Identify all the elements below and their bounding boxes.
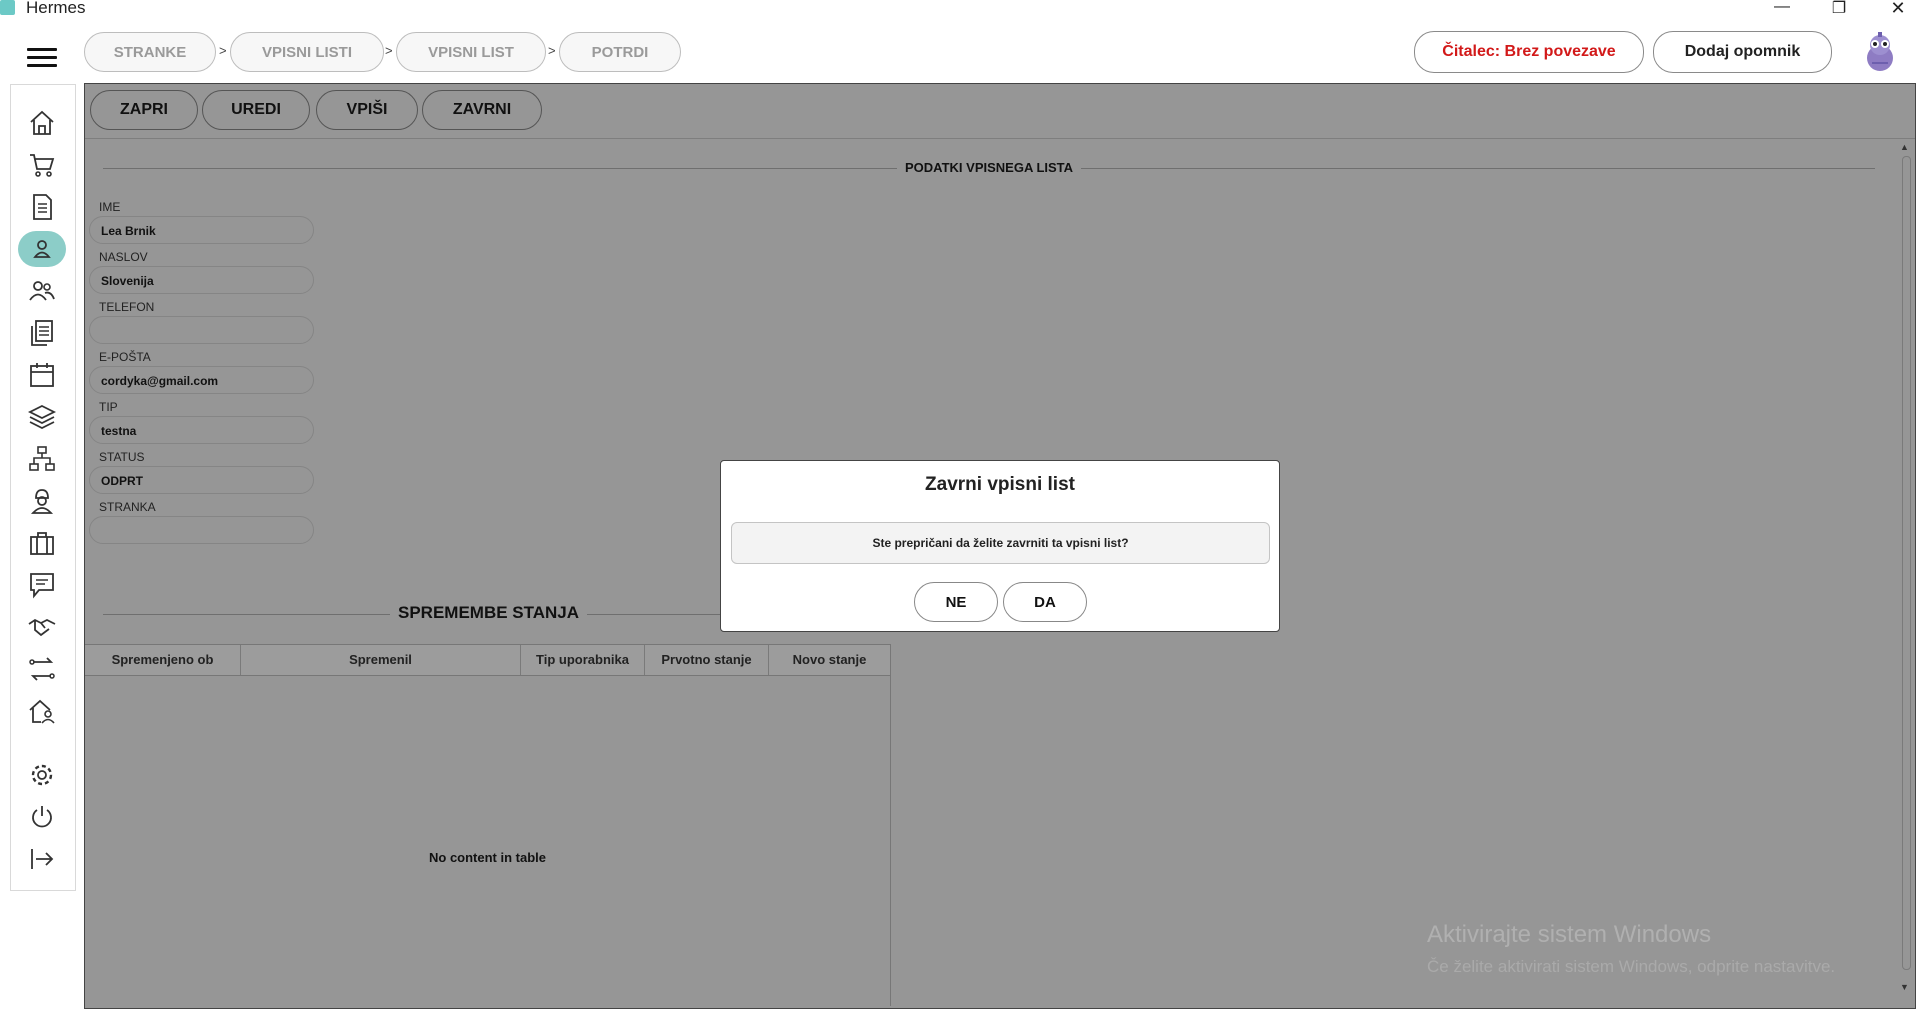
breadcrumb-stranke[interactable]: STRANKE <box>84 32 216 72</box>
home-icon <box>30 110 54 135</box>
nav-users[interactable] <box>18 273 66 309</box>
nav-layers[interactable] <box>18 399 66 435</box>
cart-icon <box>30 154 55 177</box>
nav-settings[interactable] <box>18 757 66 793</box>
column-header[interactable]: Spremenjeno ob <box>85 645 241 675</box>
documents-icon <box>31 320 53 346</box>
nav-document[interactable] <box>18 189 66 225</box>
briefcase-icon <box>30 532 54 555</box>
field-label-status: STATUS <box>99 450 145 464</box>
table-empty-message: No content in table <box>429 850 546 865</box>
maximize-button[interactable]: ❐ <box>1829 0 1849 17</box>
transfer-icon <box>29 657 55 681</box>
toolbar-divider <box>85 138 1915 139</box>
status-field[interactable]: ODPRT <box>89 466 314 494</box>
field-label-type: TIP <box>99 400 118 414</box>
close-window-button[interactable]: ✕ <box>1888 0 1908 18</box>
column-header[interactable]: Novo stanje <box>769 645 890 675</box>
nav-messages[interactable] <box>18 567 66 603</box>
sidebar <box>10 84 76 891</box>
windows-activation-subtitle: Če želite aktivirati sistem Windows, odp… <box>1427 957 1836 976</box>
address-field[interactable]: Slovenija <box>89 266 314 294</box>
nav-house[interactable] <box>18 693 66 729</box>
field-label-email: E-POŠTA <box>99 350 151 364</box>
minimize-button[interactable]: — <box>1772 0 1792 16</box>
breadcrumb-separator: > <box>548 43 556 58</box>
field-label-address: NASLOV <box>99 250 148 264</box>
phone-field[interactable] <box>89 316 314 344</box>
field-label-client: STRANKA <box>99 500 156 514</box>
user-avatar-icon[interactable] <box>1862 32 1898 72</box>
history-table: Spremenjeno ob Spremenil Tip uporabnika … <box>85 644 891 1006</box>
nav-worker[interactable] <box>18 483 66 519</box>
window-title: Hermes <box>26 0 86 17</box>
form-section-title: PODATKI VPISNEGA LISTA <box>897 160 1082 175</box>
house-icon <box>29 699 55 724</box>
email-field[interactable]: cordyka@gmail.com <box>89 366 314 394</box>
windows-activation-title: Aktivirajte sistem Windows <box>1427 921 1712 948</box>
column-header[interactable]: Prvotno stanje <box>645 645 769 675</box>
nav-user[interactable] <box>18 231 66 267</box>
confirm-dialog: Zavrni vpisni list Ste prepričani da žel… <box>720 460 1280 632</box>
scroll-track[interactable] <box>1902 156 1911 970</box>
scroll-down-icon[interactable]: ▼ <box>1900 982 1909 992</box>
nav-handshake[interactable] <box>18 609 66 645</box>
yes-button[interactable]: DA <box>1003 582 1087 622</box>
app-logo-icon <box>0 0 15 15</box>
field-label-name: IME <box>99 200 121 214</box>
enroll-button[interactable]: VPIŠI <box>316 90 418 130</box>
scroll-up-icon[interactable]: ▲ <box>1900 142 1909 152</box>
user-icon <box>33 240 51 258</box>
nav-calendar[interactable] <box>18 357 66 393</box>
vertical-scrollbar[interactable]: ▲ ▼ <box>1897 142 1913 1004</box>
no-button[interactable]: NE <box>914 582 998 622</box>
gear-icon <box>31 764 53 786</box>
field-label-phone: TELEFON <box>99 300 155 314</box>
layers-icon <box>27 404 57 430</box>
nav-logout[interactable] <box>18 841 66 877</box>
reader-status-button[interactable]: Čitalec: Brez povezave <box>1414 31 1644 73</box>
column-header[interactable]: Tip uporabnika <box>521 645 645 675</box>
client-field[interactable] <box>89 516 314 544</box>
users-icon <box>29 281 55 301</box>
type-field[interactable]: testna <box>89 416 314 444</box>
document-icon <box>33 194 52 220</box>
nav-power[interactable] <box>18 799 66 835</box>
name-field[interactable]: Lea Brnik <box>89 216 314 244</box>
history-section-title: SPREMEMBE STANJA <box>390 603 588 623</box>
hamburger-menu-icon[interactable] <box>27 48 57 68</box>
worker-icon <box>30 489 54 514</box>
nav-transfer[interactable] <box>18 651 66 687</box>
breadcrumb-potrdi[interactable]: POTRDI <box>559 32 681 72</box>
dialog-message: Ste prepričani da želite zavrniti ta vpi… <box>731 522 1270 564</box>
logout-icon <box>31 849 54 869</box>
nav-home[interactable] <box>18 105 66 141</box>
breadcrumb-separator: > <box>385 43 393 58</box>
power-icon <box>32 806 52 828</box>
message-icon <box>30 573 54 599</box>
nav-cart[interactable] <box>18 147 66 183</box>
reject-button[interactable]: ZAVRNI <box>422 90 542 130</box>
dialog-title: Zavrni vpisni list <box>925 474 1075 495</box>
add-reminder-button[interactable]: Dodaj opomnik <box>1653 31 1832 73</box>
nav-documents[interactable] <box>18 315 66 351</box>
nav-network[interactable] <box>18 441 66 477</box>
title-bar: Hermes — ❐ ✕ <box>0 0 1919 18</box>
breadcrumb-vpisni-listi[interactable]: VPISNI LISTI <box>230 32 384 72</box>
network-icon <box>29 446 55 471</box>
nav-briefcase[interactable] <box>18 525 66 561</box>
handshake-icon <box>28 618 56 637</box>
calendar-icon <box>30 363 54 387</box>
column-header[interactable]: Spremenil <box>241 645 521 675</box>
breadcrumb-vpisni-list[interactable]: VPISNI LIST <box>396 32 546 72</box>
breadcrumb-separator: > <box>219 43 227 58</box>
table-header: Spremenjeno ob Spremenil Tip uporabnika … <box>85 644 890 676</box>
edit-button[interactable]: UREDI <box>202 90 310 130</box>
close-button[interactable]: ZAPRI <box>90 90 198 130</box>
